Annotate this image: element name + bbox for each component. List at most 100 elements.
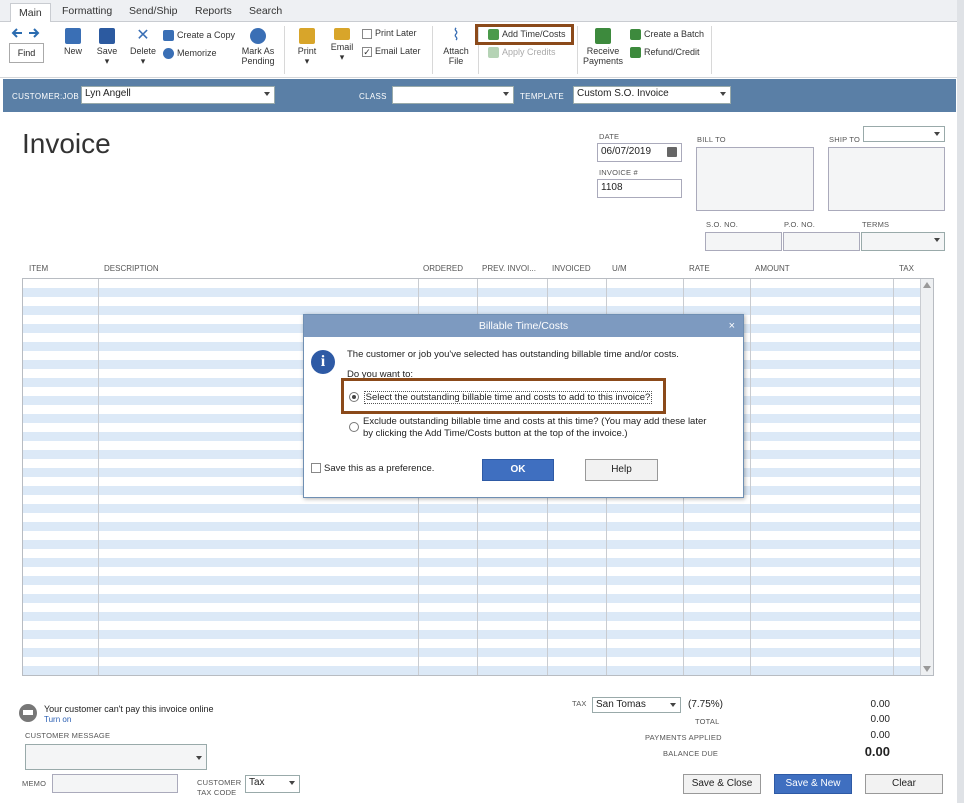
- new-icon: [65, 28, 81, 44]
- terms-label: TERMS: [862, 220, 890, 229]
- column-description[interactable]: DESCRIPTION: [104, 264, 159, 273]
- memo-field[interactable]: [52, 774, 178, 793]
- invoice-number-label: INVOICE #: [599, 168, 638, 177]
- column-um[interactable]: U/M: [612, 264, 627, 273]
- po-number-field[interactable]: [783, 232, 860, 251]
- po-number-label: P.O. NO.: [784, 220, 816, 229]
- email-later-checkbox[interactable]: ✓ Email Later: [362, 46, 421, 57]
- find-button[interactable]: Find: [9, 43, 44, 63]
- option-exclude-billable[interactable]: Exclude outstanding billable time and co…: [349, 416, 706, 440]
- column-item[interactable]: ITEM: [29, 264, 48, 273]
- terms-dropdown[interactable]: [861, 232, 945, 251]
- check-circle-icon: [250, 28, 266, 44]
- email-button[interactable]: Email ▾: [329, 28, 355, 62]
- clear-button[interactable]: Clear: [865, 774, 943, 794]
- so-number-field[interactable]: [705, 232, 782, 251]
- forward-arrow-icon[interactable]: [28, 28, 40, 40]
- memorize-button[interactable]: Memorize: [163, 48, 217, 60]
- column-invoiced[interactable]: INVOICED: [552, 264, 591, 273]
- online-payment-message: Your customer can't pay this invoice onl…: [44, 704, 214, 714]
- class-label: CLASS: [359, 92, 387, 101]
- scroll-up-icon[interactable]: [923, 282, 931, 288]
- bill-to-label: BILL TO: [697, 135, 726, 144]
- checkbox-icon: [311, 463, 321, 474]
- create-copy-button[interactable]: Create a Copy: [163, 30, 235, 42]
- scroll-down-icon[interactable]: [923, 666, 931, 672]
- customer-job-dropdown[interactable]: Lyn Angell: [81, 86, 275, 104]
- back-arrow-icon[interactable]: [11, 28, 23, 40]
- date-field[interactable]: 06/07/2019: [597, 143, 682, 162]
- template-label: TEMPLATE: [520, 92, 565, 101]
- chevron-down-icon: ▾: [104, 56, 110, 66]
- tab-reports[interactable]: Reports: [195, 5, 232, 17]
- column-tax[interactable]: TAX: [899, 264, 914, 273]
- memorize-icon: [163, 48, 174, 60]
- save-new-button[interactable]: Save & New: [774, 774, 852, 794]
- date-label: DATE: [599, 132, 620, 141]
- option2-line2: by clicking the Add Time/Costs button at…: [363, 428, 628, 439]
- tab-formatting[interactable]: Formatting: [62, 5, 112, 17]
- ribbon-divider: [577, 26, 578, 74]
- tab-search[interactable]: Search: [249, 5, 282, 17]
- print-button[interactable]: Print ▾: [295, 28, 319, 66]
- save-close-button[interactable]: Save & Close: [683, 774, 761, 794]
- ribbon-divider: [711, 26, 712, 74]
- close-icon[interactable]: ×: [729, 315, 735, 337]
- customer-message-dropdown[interactable]: [25, 744, 207, 770]
- page-title: Invoice: [22, 128, 111, 159]
- save-preference-checkbox[interactable]: Save this as a preference.: [311, 463, 434, 474]
- vertical-scrollbar[interactable]: [920, 279, 933, 675]
- attach-file-button[interactable]: ⌇ Attach File: [441, 27, 471, 67]
- refund-icon: [630, 47, 641, 59]
- invoice-number-field[interactable]: 1108: [597, 179, 682, 198]
- new-button[interactable]: New: [61, 28, 85, 56]
- apply-credits-button[interactable]: Apply Credits: [488, 47, 556, 59]
- refund-credit-button[interactable]: Refund/Credit: [630, 47, 700, 59]
- column-rate[interactable]: RATE: [689, 264, 710, 273]
- tax-item-dropdown[interactable]: San Tomas: [592, 697, 681, 713]
- chevron-down-icon: ▾: [304, 56, 310, 66]
- customer-tax-code-dropdown[interactable]: Tax: [245, 775, 300, 793]
- customer-tax-code-label-1: CUSTOMER: [197, 778, 242, 787]
- menu-tabs: Main Formatting Send/Ship Reports Search: [0, 0, 964, 23]
- column-prev-invoiced[interactable]: PREV. INVOI...: [482, 264, 536, 273]
- help-button[interactable]: Help: [585, 459, 658, 481]
- memo-label: MEMO: [22, 779, 47, 788]
- template-dropdown[interactable]: Custom S.O. Invoice: [573, 86, 731, 104]
- checkbox-checked-icon: ✓: [362, 46, 372, 57]
- print-later-checkbox[interactable]: Print Later: [362, 28, 417, 39]
- delete-x-icon: ✕: [136, 27, 150, 44]
- customer-job-label: CUSTOMER:JOB: [12, 92, 80, 101]
- save-button[interactable]: Save ▾: [95, 28, 119, 66]
- ship-to-field[interactable]: [828, 147, 945, 211]
- paperclip-icon: ⌇: [452, 27, 460, 44]
- payments-applied-label: PAYMENTS APPLIED: [645, 733, 722, 742]
- create-batch-button[interactable]: Create a Batch: [630, 29, 704, 41]
- tab-send-ship[interactable]: Send/Ship: [129, 5, 177, 17]
- mark-as-pending-button[interactable]: Mark As Pending: [239, 28, 277, 66]
- column-amount[interactable]: AMOUNT: [755, 264, 790, 273]
- ship-to-dropdown[interactable]: [863, 126, 945, 142]
- chevron-down-icon: [934, 132, 940, 136]
- total-value: 0.00: [870, 714, 890, 725]
- chevron-down-icon: ▾: [140, 56, 146, 66]
- customer-tax-code-label-2: TAX CODE: [197, 788, 237, 797]
- chevron-down-icon: [670, 703, 676, 707]
- class-dropdown[interactable]: [392, 86, 514, 104]
- option2-line1: Exclude outstanding billable time and co…: [363, 416, 707, 427]
- chevron-down-icon: ▾: [339, 52, 345, 62]
- save-label: Save: [96, 46, 118, 56]
- calendar-icon[interactable]: [667, 147, 677, 157]
- tab-main[interactable]: Main: [10, 3, 51, 23]
- ok-button[interactable]: OK: [482, 459, 554, 481]
- radio-unselected-icon[interactable]: [349, 422, 359, 432]
- chevron-down-icon: [503, 92, 509, 96]
- receive-payments-button[interactable]: Receive Payments: [582, 28, 624, 66]
- turn-on-link[interactable]: Turn on: [44, 715, 71, 724]
- chevron-down-icon: [289, 781, 295, 785]
- delete-button[interactable]: ✕ Delete ▾: [129, 27, 157, 67]
- delete-label: Delete: [129, 46, 156, 56]
- balance-due-value: 0.00: [864, 744, 890, 759]
- column-ordered[interactable]: ORDERED: [423, 264, 463, 273]
- bill-to-field[interactable]: [696, 147, 814, 211]
